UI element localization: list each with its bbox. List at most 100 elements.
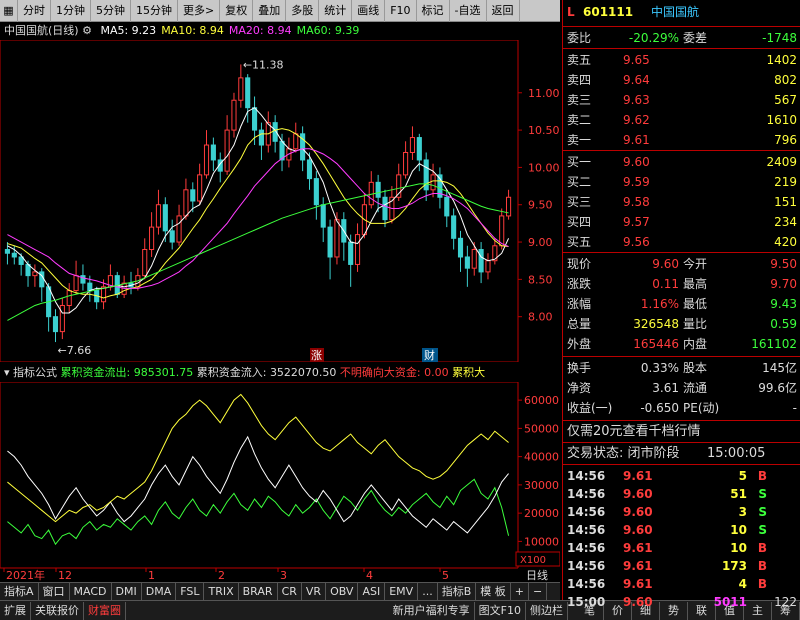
indicator-tab-3[interactable]: DMI xyxy=(112,582,142,601)
main-ytick-label-2: 9.00 xyxy=(528,236,553,249)
toolbar-item-9[interactable]: 画线 xyxy=(352,0,386,22)
indicator-tab-11[interactable]: ASI xyxy=(358,582,386,601)
bid-vol-0: 2409 xyxy=(766,155,797,169)
tick-vol-3: 10 xyxy=(730,523,747,537)
quote-divider-5 xyxy=(563,420,800,421)
bottom-tab-left-1[interactable]: 关联报价 xyxy=(31,601,84,620)
indicator-tab-9[interactable]: VR xyxy=(302,582,327,601)
indicator-tab-0[interactable]: 指标A xyxy=(0,582,39,601)
toolbar-item-12[interactable]: -自选 xyxy=(450,0,487,22)
stat-l2-1: 最高 xyxy=(683,277,708,291)
toolbar-item-2[interactable]: 5分钟 xyxy=(91,0,131,22)
bottom-tab-mid-1[interactable]: 图文F10 xyxy=(475,601,526,620)
toolbar-item-1[interactable]: 1分钟 xyxy=(51,0,91,22)
quote-divider-2 xyxy=(563,150,800,151)
candle-body-42 xyxy=(293,133,299,150)
indicator-tab-12[interactable]: EMV xyxy=(385,582,419,601)
candle-body-68 xyxy=(471,249,477,269)
x-tick-label-6: 5 xyxy=(442,569,449,582)
bid-price-4: 9.56 xyxy=(623,235,650,249)
tick-side-1: S xyxy=(758,487,767,501)
quote-l2-icon: L xyxy=(567,5,575,19)
stat-v1-1: 0.11 xyxy=(652,277,679,291)
candle-body-37 xyxy=(258,129,264,146)
bottom-tab-left-2[interactable]: 财富圈 xyxy=(84,601,126,620)
x-tick-label-2: 1 xyxy=(148,569,155,582)
tick-row-2: 14:56 9.60 3 S xyxy=(563,502,800,522)
tick-vol-7: 5011 xyxy=(713,595,747,609)
indicator-tab-5[interactable]: FSL xyxy=(176,582,205,601)
tick-row-4: 14:56 9.61 10 B xyxy=(563,538,800,558)
weicha-label: 委差 xyxy=(683,31,708,45)
indicator-outflow-value: 985301.75 xyxy=(133,366,194,379)
stat2-l1-0: 换手 xyxy=(567,361,592,375)
stat-v1-3: 326548 xyxy=(633,317,679,331)
ask-vol-0: 1402 xyxy=(766,53,797,67)
indicator-tab-14[interactable]: 指标B xyxy=(438,582,477,601)
scale-label: X100 xyxy=(520,555,546,566)
candle-body-7 xyxy=(52,316,59,333)
grid-icon[interactable]: ▦ xyxy=(0,0,18,22)
toolbar-item-5[interactable]: 复权 xyxy=(220,0,254,22)
indicator-tab-6[interactable]: TRIX xyxy=(204,582,239,601)
stat-v2-0: 9.50 xyxy=(770,257,797,271)
ask-vol-2: 567 xyxy=(774,93,797,107)
toolbar-item-7[interactable]: 多股 xyxy=(286,0,320,22)
ask-price-0: 9.65 xyxy=(623,53,650,67)
candle-body-33 xyxy=(231,99,237,131)
toolbar-item-3[interactable]: 15分钟 xyxy=(131,0,178,22)
tick-vol-1: 51 xyxy=(730,487,747,501)
toolbar-item-4[interactable]: 更多> xyxy=(178,0,221,22)
indicator-tab-15[interactable]: 模 板 xyxy=(476,582,511,601)
indicator-tab-8[interactable]: CR xyxy=(278,582,302,601)
tick-side-5: B xyxy=(757,559,767,573)
main-ytick-label-4: 10.00 xyxy=(528,161,560,174)
tick-row-1: 14:56 9.60 51 S xyxy=(563,484,800,504)
indicator-tab-1[interactable]: 窗口 xyxy=(39,582,70,601)
bottom-tab-left-0[interactable]: 扩展 xyxy=(0,601,31,620)
ind-ytick-label-0: 10000 xyxy=(524,535,559,548)
ma-legend-3: MA60: 9.39 xyxy=(296,24,360,37)
toolbar-item-0[interactable]: 分时 xyxy=(18,0,51,22)
bid-label-4: 买五 xyxy=(567,235,592,249)
tick-side-2: S xyxy=(758,505,767,519)
candle-body-36 xyxy=(252,107,258,131)
indicator-tab-16[interactable]: + xyxy=(511,582,529,601)
candlestick-chart: 8.00 8.50 9.00 9.50 10.00 10.50 11.00 ←11.38 ←7.… xyxy=(0,40,560,362)
stat-l1-3: 总量 xyxy=(567,317,592,331)
stat2-l1-2: 收益(一) xyxy=(567,401,613,415)
indicator-tab-10[interactable]: OBV xyxy=(326,582,359,601)
bottom-tab-mid-0[interactable]: 新用户福利专享 xyxy=(389,601,475,620)
indicator-tab-7[interactable]: BRAR xyxy=(239,582,278,601)
ask-vol-1: 802 xyxy=(774,73,797,87)
quote-divider-4 xyxy=(563,356,800,357)
ind-ytick-label-3: 40000 xyxy=(524,451,559,464)
tick-row-7: 15:00 9.60 5011 122 xyxy=(563,592,800,612)
toolbar-item-11[interactable]: 标记 xyxy=(417,0,450,22)
indicator-tab-2[interactable]: MACD xyxy=(70,582,112,601)
indicator-toggle-icon[interactable]: ▾ xyxy=(4,366,10,379)
stat2-v1-2: -0.650 xyxy=(640,401,679,415)
indicator-name[interactable]: 指标公式 xyxy=(13,366,57,379)
stat-v2-1: 9.70 xyxy=(770,277,797,291)
tick-vol-4: 10 xyxy=(730,541,747,555)
indicator-tab-17[interactable]: − xyxy=(529,582,548,601)
tick-row-6: 14:56 9.61 4 B xyxy=(563,574,800,594)
chart-title: 中国国航(日线) xyxy=(4,24,79,37)
bid-vol-4: 420 xyxy=(774,235,797,249)
settings-gear-icon[interactable]: ⚙ xyxy=(82,24,92,37)
toolbar-item-10[interactable]: F10 xyxy=(385,0,417,22)
toolbar-item-8[interactable]: 统计 xyxy=(319,0,353,22)
weibi-value: -20.29% xyxy=(628,31,679,45)
toolbar-item-13[interactable]: 返回 xyxy=(487,0,520,22)
candle-body-4 xyxy=(32,271,38,277)
candle-body-10 xyxy=(73,275,79,292)
indicator-tab-4[interactable]: DMA xyxy=(142,582,177,601)
x-tick-label-4: 3 xyxy=(280,569,287,582)
indicator-tab-13[interactable]: ... xyxy=(418,582,438,601)
bottom-tab-mid-2[interactable]: 侧边栏 xyxy=(526,601,568,620)
candle-body-28 xyxy=(197,174,203,202)
x-tick-label-5: 4 xyxy=(366,569,373,582)
toolbar-item-6[interactable]: 叠加 xyxy=(253,0,287,22)
tick-vol-0: 5 xyxy=(738,469,747,483)
